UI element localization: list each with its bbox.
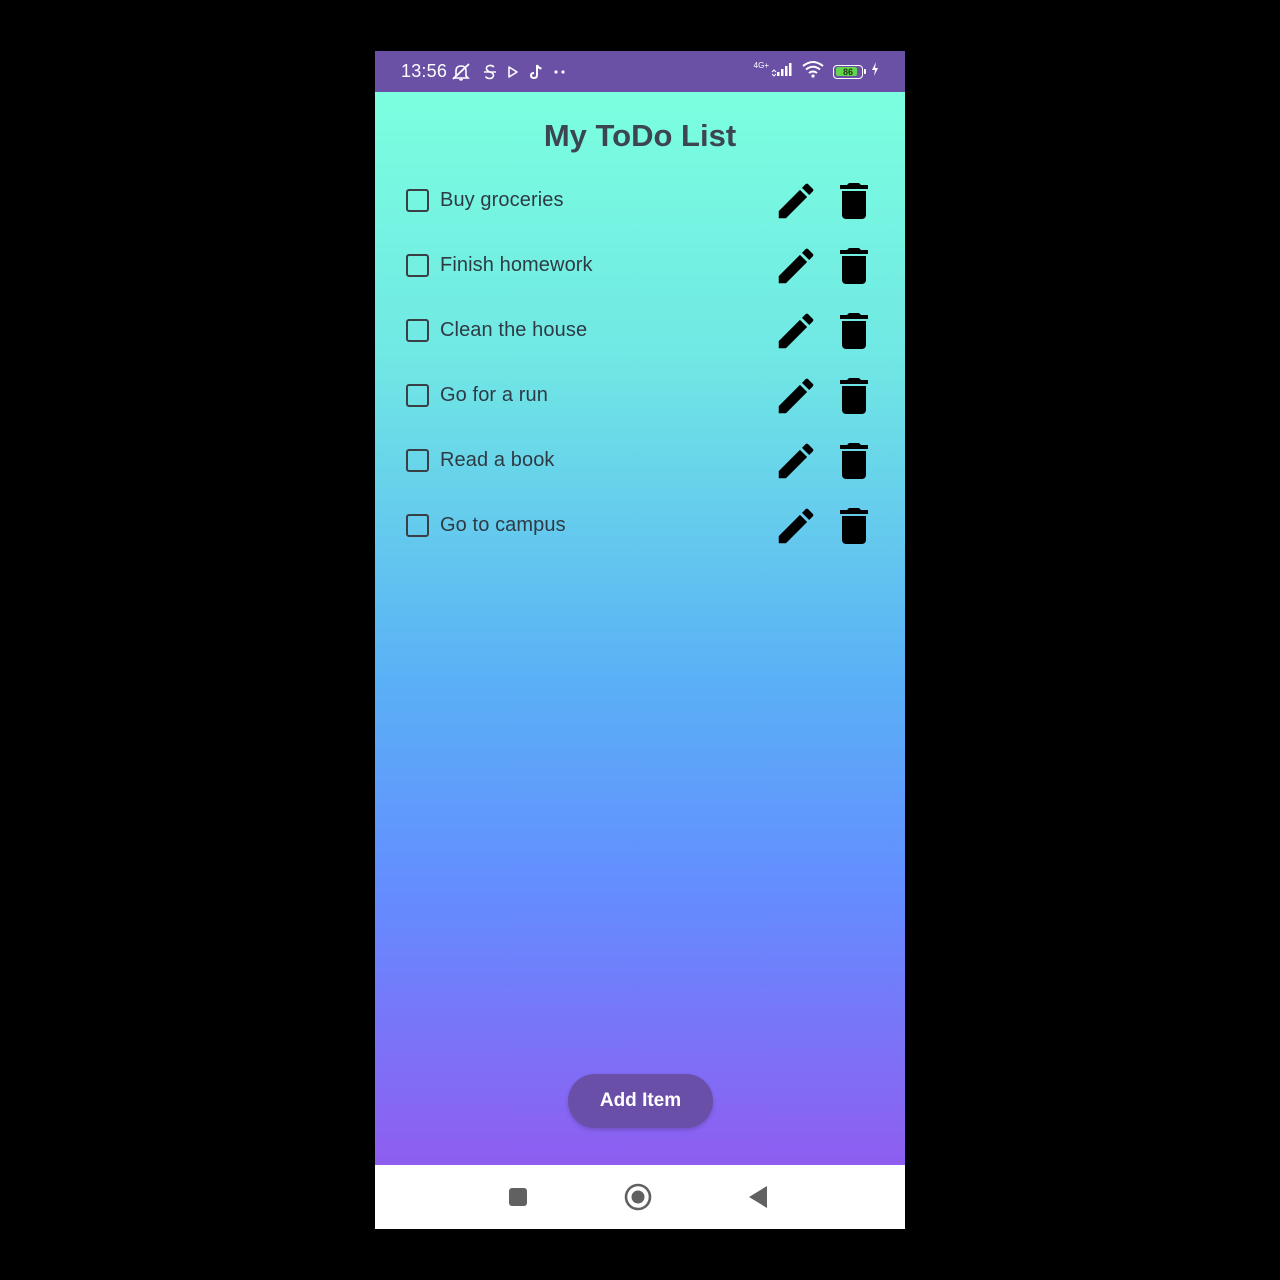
todo-checkbox[interactable] [406, 254, 429, 277]
delete-button[interactable] [830, 307, 878, 355]
todo-item: Go for a run [375, 363, 905, 428]
trash-icon [840, 442, 868, 479]
pencil-icon [778, 443, 814, 478]
app-body: My ToDo List Buy groceries Finish homewo… [375, 92, 905, 1165]
edit-button[interactable] [772, 437, 820, 485]
pencil-icon [778, 508, 814, 543]
edit-button[interactable] [772, 177, 820, 225]
delete-button[interactable] [830, 372, 878, 420]
pencil-icon [778, 313, 814, 348]
todo-label: Finish homework [440, 254, 593, 276]
todo-checkbox[interactable] [406, 319, 429, 342]
signal-icon [771, 61, 793, 82]
s-app-icon [483, 64, 497, 80]
todo-label: Go for a run [440, 384, 548, 406]
todo-item: Finish homework [375, 233, 905, 298]
todo-label: Buy groceries [440, 189, 564, 211]
page-title: My ToDo List [543, 118, 737, 153]
todo-item: Clean the house [375, 298, 905, 363]
trash-icon [840, 182, 868, 219]
delete-button[interactable] [830, 242, 878, 290]
trash-icon [840, 247, 868, 284]
wifi-icon [801, 60, 825, 83]
todo-label: Go to campus [440, 514, 566, 536]
recents-square-icon [509, 1188, 527, 1206]
battery-icon: 86 [833, 64, 866, 79]
add-item-button[interactable]: Add Item [568, 1074, 713, 1128]
todo-item: Read a book [375, 428, 905, 493]
trash-icon [840, 312, 868, 349]
delete-button[interactable] [830, 437, 878, 485]
back-triangle-icon [749, 1186, 767, 1208]
trash-icon [840, 507, 868, 544]
todo-label: Clean the house [440, 319, 588, 341]
todo-item: Buy groceries [375, 168, 905, 233]
todo-checkbox[interactable] [406, 384, 429, 407]
delete-button[interactable] [830, 177, 878, 225]
pencil-icon [778, 378, 814, 413]
todo-checkbox[interactable] [406, 189, 429, 212]
todo-checkbox[interactable] [406, 514, 429, 537]
phone-screen: 13:56 4G+ 86 My ToDo List Buy groceries … [375, 51, 905, 1229]
play-icon [507, 65, 519, 79]
edit-button[interactable] [772, 372, 820, 420]
todo-item: Go to campus [375, 493, 905, 558]
status-left-icons [451, 62, 567, 81]
recents-button[interactable] [502, 1181, 534, 1213]
todo-list: Buy groceries Finish homework Clean the … [375, 168, 905, 558]
edit-button[interactable] [772, 307, 820, 355]
system-nav-bar [375, 1165, 905, 1229]
delete-button[interactable] [830, 502, 878, 550]
battery-level: 86 [842, 66, 853, 77]
edit-button[interactable] [772, 242, 820, 290]
trash-icon [840, 377, 868, 414]
pencil-icon [778, 183, 814, 218]
home-circle-icon [624, 1183, 652, 1211]
network-label: 4G+ [753, 60, 769, 70]
pencil-icon [778, 248, 814, 283]
todo-checkbox[interactable] [406, 449, 429, 472]
edit-button[interactable] [772, 502, 820, 550]
home-button[interactable] [622, 1181, 654, 1213]
tiktok-icon [529, 64, 543, 80]
status-right-icons: 4G+ 86 [754, 60, 879, 83]
mute-icon [451, 62, 473, 81]
charging-icon [871, 62, 879, 81]
status-bar: 13:56 4G+ 86 [375, 51, 905, 92]
todo-label: Read a book [440, 449, 555, 471]
more-dots-icon [553, 69, 567, 75]
status-time: 13:56 [401, 61, 448, 81]
back-button[interactable] [742, 1181, 774, 1213]
